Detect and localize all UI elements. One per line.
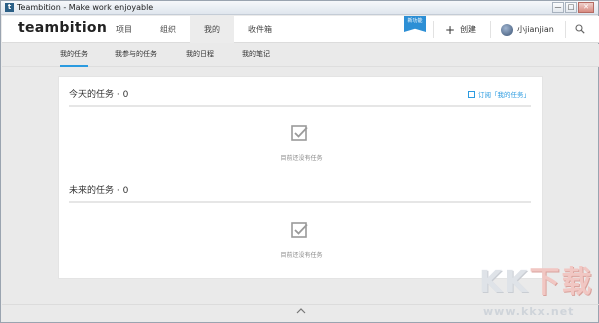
title-bar[interactable]: t Teambition - Make work enjoyable — □ ✕ <box>1 1 598 15</box>
create-button[interactable]: + 创建 <box>445 16 476 43</box>
plus-icon: + <box>445 22 456 37</box>
tab-participating-tasks[interactable]: 我参与的任务 <box>115 44 157 67</box>
main-nav: 项目 组织 我的 收件箱 <box>102 16 286 43</box>
checkbox-icon <box>291 222 308 238</box>
create-label: 创建 <box>460 25 477 34</box>
minimize-button[interactable]: — <box>552 2 564 13</box>
future-empty-text: 目前还没有任务 <box>280 252 323 259</box>
maximize-button[interactable]: □ <box>565 2 577 13</box>
nav-projects[interactable]: 项目 <box>102 16 146 43</box>
avatar <box>501 23 513 36</box>
new-feature-badge[interactable]: 新功能 <box>404 16 426 32</box>
header-divider <box>490 21 491 38</box>
future-tasks-title: 未来的任务 · 0 <box>69 186 129 196</box>
user-name: 小jianjian <box>517 25 554 34</box>
search-icon[interactable] <box>575 24 585 34</box>
watermark-kk: KK <box>479 265 530 300</box>
section-divider <box>69 105 531 107</box>
nav-inbox[interactable]: 收件箱 <box>234 16 286 43</box>
tasks-panel: 今天的任务 · 0 订阅「我的任务」 目前还没有任务 未来的任务 · 0 目前还… <box>58 76 543 279</box>
app-window: t Teambition - Make work enjoyable — □ ✕… <box>0 0 599 323</box>
watermark-logo: KK下载 <box>479 263 594 303</box>
tab-my-tasks[interactable]: 我的任务 <box>60 44 88 67</box>
header-divider <box>433 21 434 38</box>
nav-mine[interactable]: 我的 <box>190 16 234 43</box>
subscribe-link[interactable]: 订阅「我的任务」 <box>468 89 530 99</box>
logo[interactable]: teambition <box>18 20 107 36</box>
watermark-download: 下载 <box>529 265 594 300</box>
checkbox-icon <box>291 125 308 141</box>
user-menu[interactable]: 小jianjian <box>501 16 554 43</box>
tab-my-notes[interactable]: 我的笔记 <box>242 44 270 67</box>
watermark-url: www.kkx.net <box>483 305 575 318</box>
calendar-icon <box>468 90 475 98</box>
today-tasks-title: 今天的任务 · 0 <box>69 90 129 100</box>
window-controls: — □ ✕ <box>552 2 594 14</box>
nav-organization[interactable]: 组织 <box>146 16 190 43</box>
sub-tabs: 我的任务 我参与的任务 我的日程 我的笔记 <box>2 44 599 67</box>
tab-my-schedule[interactable]: 我的日程 <box>186 44 214 67</box>
section-divider <box>69 201 531 203</box>
chevron-up-icon[interactable] <box>296 307 306 315</box>
subscribe-label: 订阅「我的任务」 <box>478 91 530 99</box>
app-icon: t <box>5 3 14 12</box>
app-header: teambition 项目 组织 我的 收件箱 新功能 + 创建 小jianji… <box>2 16 599 43</box>
today-empty-text: 目前还没有任务 <box>280 155 323 162</box>
window-title: Teambition - Make work enjoyable <box>17 3 154 12</box>
header-divider <box>565 21 566 38</box>
close-button[interactable]: ✕ <box>578 2 594 13</box>
